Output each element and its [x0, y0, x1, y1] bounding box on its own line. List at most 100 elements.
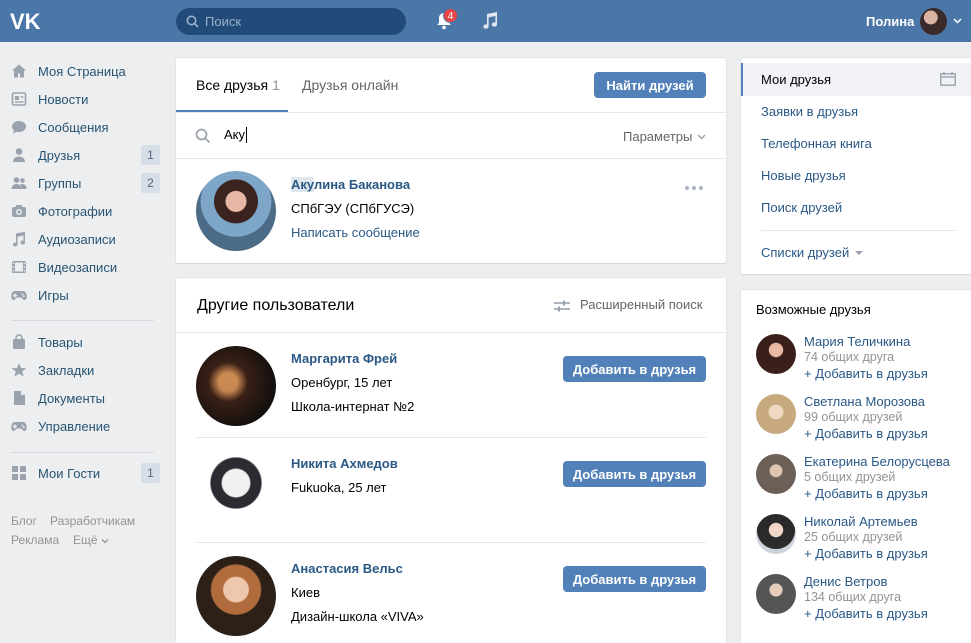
sidebar-item[interactable]: Моя Страница: [0, 57, 170, 85]
nav-my-friends[interactable]: Мои друзья: [761, 72, 831, 87]
possible-friends-title: Возможные друзья: [756, 302, 871, 317]
sidebar-item-label: Моя Страница: [38, 63, 126, 79]
divider: [176, 158, 726, 159]
nav-friend-lists[interactable]: Списки друзей: [761, 245, 849, 260]
user-name[interactable]: Анастасия Вельс: [291, 561, 403, 576]
sidebar-item[interactable]: Аудиозаписи: [0, 225, 170, 253]
mutual-friends-count[interactable]: 134 общих друга: [804, 590, 901, 604]
sidebar-item[interactable]: Товары: [0, 328, 170, 356]
sidebar-item-label: Мои Гости: [38, 465, 101, 481]
sidebar-item[interactable]: Друзья 1: [0, 141, 170, 169]
sidebar-item-label: Видеозаписи: [38, 259, 118, 275]
sidebar-item[interactable]: Игры: [0, 281, 170, 309]
camera-icon: [12, 205, 26, 217]
write-message-link[interactable]: Написать сообщение: [291, 225, 420, 240]
divider: [196, 542, 706, 543]
user-avatar[interactable]: [920, 8, 947, 35]
sidebar-item[interactable]: Закладки: [0, 356, 170, 384]
search-icon: [186, 15, 199, 28]
chevron-down-icon: [101, 539, 109, 544]
avatar[interactable]: [756, 454, 796, 494]
sidebar-item-label: Новости: [38, 91, 89, 107]
search-icon: [195, 128, 211, 144]
params-dropdown[interactable]: Параметры: [623, 129, 692, 144]
find-friends-button[interactable]: Найти друзей: [594, 72, 706, 98]
add-friend-link[interactable]: + Добавить в друзья: [804, 366, 928, 381]
sidebar-item[interactable]: Новости: [0, 85, 170, 113]
gamepad-icon: [11, 291, 27, 300]
mutual-friends-count[interactable]: 99 общих друзей: [804, 410, 902, 424]
chevron-down-icon[interactable]: [697, 132, 706, 141]
chevron-down-icon[interactable]: [953, 16, 962, 25]
tab-all-friends[interactable]: Все друзья 1: [196, 58, 280, 112]
avatar[interactable]: [756, 334, 796, 374]
music-icon[interactable]: [480, 11, 500, 31]
document-icon: [14, 391, 25, 405]
sidebar-item[interactable]: Видеозаписи: [0, 253, 170, 281]
sidebar-item[interactable]: Группы 2: [0, 169, 170, 197]
add-friend-button[interactable]: Добавить в друзья: [563, 461, 706, 487]
filter-icon[interactable]: [554, 299, 570, 313]
add-friend-link[interactable]: + Добавить в друзья: [804, 606, 928, 621]
chevron-down-icon[interactable]: [855, 249, 863, 257]
divider: [196, 437, 706, 438]
add-friend-link[interactable]: + Добавить в друзья: [804, 546, 928, 561]
nav-friend-requests[interactable]: Заявки в друзья: [761, 104, 858, 119]
user-name[interactable]: Маргарита Фрей: [291, 351, 397, 366]
more-icon[interactable]: [684, 185, 704, 191]
avatar[interactable]: [756, 394, 796, 434]
sidebar-item[interactable]: Управление: [0, 412, 170, 440]
footer-link-developers[interactable]: Разработчикам: [50, 514, 135, 528]
avatar[interactable]: [196, 451, 276, 531]
vk-logo-icon[interactable]: VK: [10, 9, 44, 33]
add-friend-link[interactable]: + Добавить в друзья: [804, 486, 928, 501]
sidebar-item-label: Группы: [38, 175, 82, 191]
possible-friend-name[interactable]: Денис Ветров: [804, 574, 887, 589]
avatar[interactable]: [756, 514, 796, 554]
possible-friend-name[interactable]: Николай Артемьев: [804, 514, 918, 529]
add-friend-button[interactable]: Добавить в друзья: [563, 356, 706, 382]
search-input[interactable]: [205, 14, 385, 29]
avatar[interactable]: [196, 346, 276, 426]
mutual-friends-count[interactable]: 5 общих друзей: [804, 470, 895, 484]
add-friend-link[interactable]: + Добавить в друзья: [804, 426, 928, 441]
avatar[interactable]: [756, 574, 796, 614]
sidebar-item[interactable]: Сообщения: [0, 113, 170, 141]
nav-new-friends[interactable]: Новые друзья: [761, 168, 846, 183]
calendar-icon[interactable]: [940, 72, 956, 86]
avatar[interactable]: [196, 171, 276, 251]
sidebar-item[interactable]: Мои Гости 1: [0, 459, 170, 487]
advanced-search-link[interactable]: Расширенный поиск: [580, 297, 702, 312]
name-rest: лина Баканова: [313, 177, 411, 192]
user-city-age: Fukuoka, 25 лет: [291, 480, 387, 495]
person-icon: [13, 148, 25, 162]
friend-name[interactable]: Акулина Баканова: [291, 177, 410, 192]
avatar[interactable]: [196, 556, 276, 636]
friend-university: СПбГЭУ (СПбГУСЭ): [291, 201, 415, 216]
footer-link-more[interactable]: Ещё: [73, 533, 98, 547]
sidebar-item-count: 1: [141, 463, 160, 483]
nav-find-friends[interactable]: Поиск друзей: [761, 200, 842, 215]
search-bar[interactable]: [176, 8, 406, 35]
divider: [176, 332, 726, 333]
sidebar-item[interactable]: Фотографии: [0, 197, 170, 225]
mutual-friends-count[interactable]: 74 общих друга: [804, 350, 894, 364]
sidebar-item-label: Товары: [38, 334, 83, 350]
star-icon: [11, 363, 27, 377]
add-friend-button[interactable]: Добавить в друзья: [563, 566, 706, 592]
user-name[interactable]: Никита Ахмедов: [291, 456, 398, 471]
nav-phone-book[interactable]: Телефонная книга: [761, 136, 872, 151]
tab-all-friends-label: Все друзья: [196, 77, 269, 93]
friends-search-input[interactable]: [224, 127, 524, 142]
sidebar-item[interactable]: Документы: [0, 384, 170, 412]
mutual-friends-count[interactable]: 25 общих друзей: [804, 530, 902, 544]
divider: [176, 112, 726, 113]
footer-link-blog[interactable]: Блог: [11, 514, 37, 528]
user-name[interactable]: Полина: [866, 14, 914, 29]
possible-friend-name[interactable]: Мария Теличкина: [804, 334, 910, 349]
possible-friend-name[interactable]: Екатерина Белорусцева: [804, 454, 950, 469]
tab-friends-online[interactable]: Друзья онлайн: [302, 58, 398, 112]
possible-friend-name[interactable]: Светлана Морозова: [804, 394, 925, 409]
footer-link-ads[interactable]: Реклама: [11, 533, 59, 547]
top-bar: VK 4 Полина: [0, 0, 971, 42]
